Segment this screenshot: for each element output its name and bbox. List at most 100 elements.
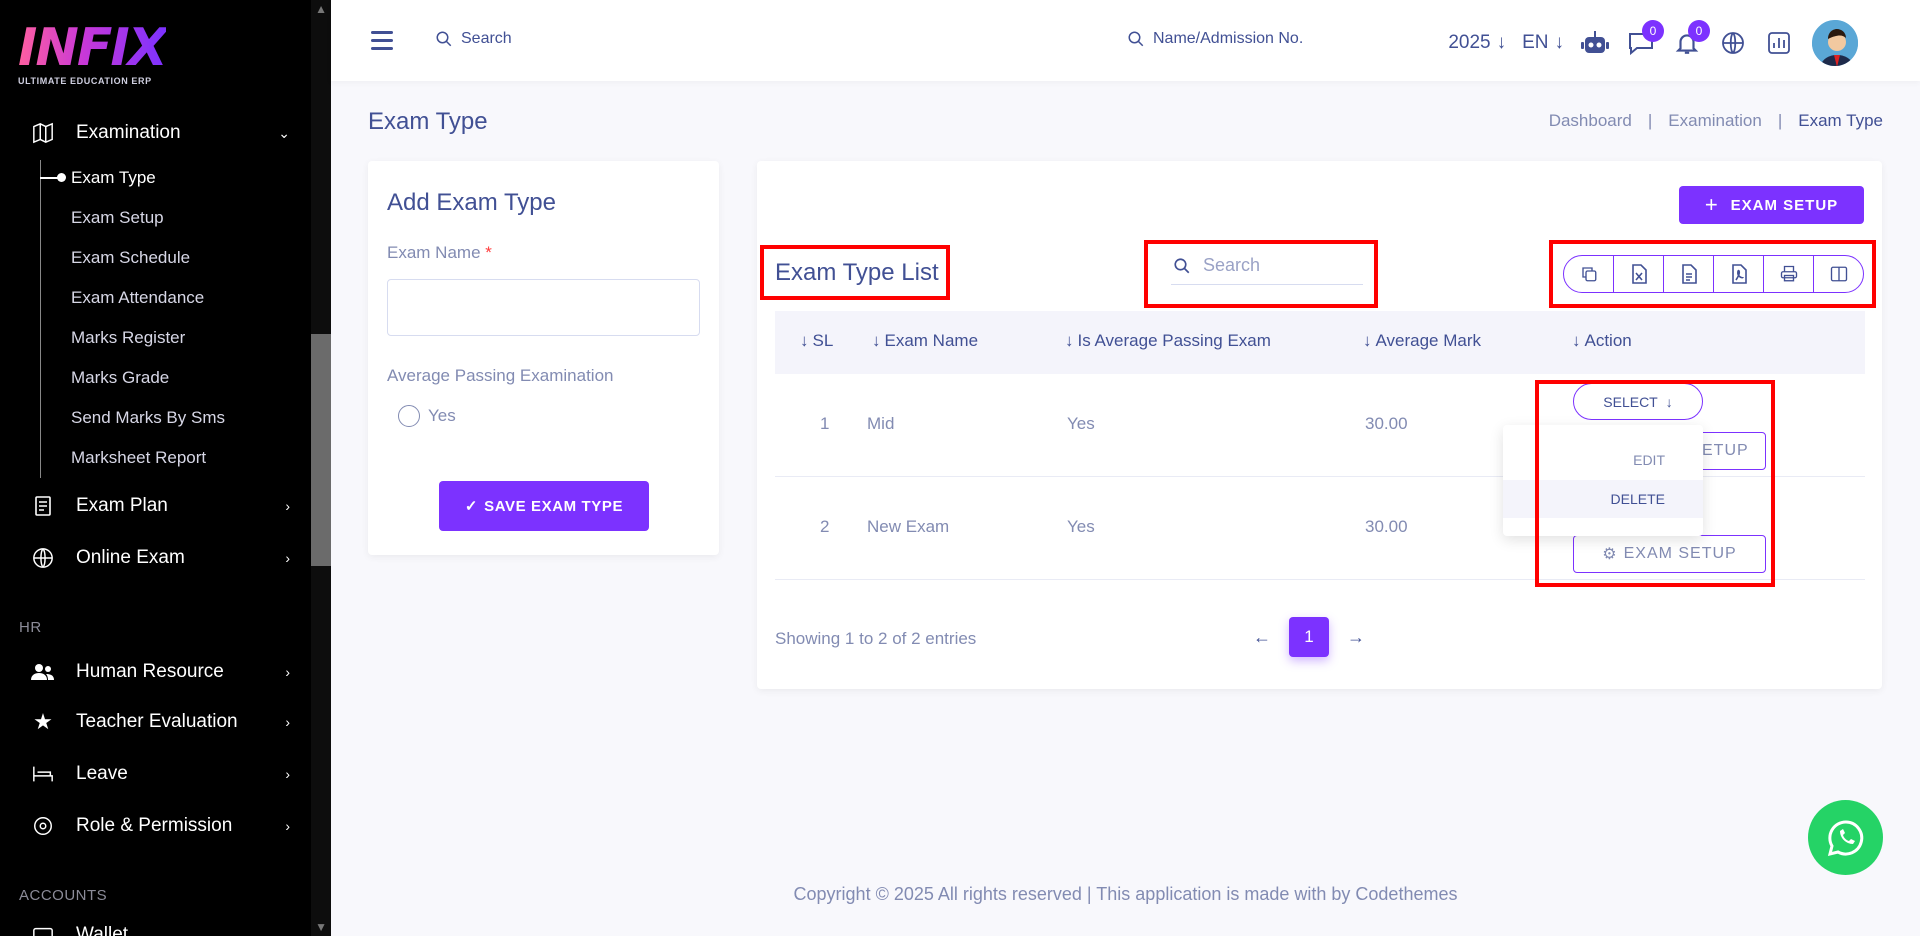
student-search[interactable]: Name/Admission No. <box>1127 30 1303 48</box>
whatsapp-icon[interactable] <box>1808 800 1883 875</box>
search-icon <box>436 31 452 47</box>
globe-icon[interactable] <box>1718 28 1748 58</box>
logo-subtitle: ULTIMATE EDUCATION ERP <box>18 76 152 86</box>
cell-sl: 2 <box>820 517 830 536</box>
highlight-box-action <box>1535 380 1775 587</box>
cell-is-average: Yes <box>1067 517 1095 536</box>
avg-passing-yes-radio[interactable]: Yes <box>398 405 456 427</box>
search-icon <box>1128 31 1144 47</box>
column-header-is-average[interactable]: ↓ Is Average Passing Exam <box>1065 331 1271 351</box>
sidebar-item-label: Teacher Evaluation <box>76 711 238 732</box>
sidebar-item-label: Human Resource <box>76 661 224 682</box>
arrow-down-icon: ↓ <box>1554 32 1565 53</box>
chevron-right-icon: › <box>285 818 290 834</box>
column-header-sl[interactable]: ↓ SL <box>800 331 833 351</box>
sidebar: INFIX ULTIMATE EDUCATION ERP Examination… <box>0 0 331 936</box>
sidebar-sub-marks-grade[interactable]: Marks Grade <box>71 368 169 388</box>
sidebar-item-leave[interactable]: Leave › <box>30 761 290 787</box>
header-search[interactable]: Search <box>435 30 512 48</box>
sidebar-sub-exam-setup[interactable]: Exam Setup <box>71 208 164 228</box>
scroll-up-icon[interactable]: ▲ <box>315 2 327 16</box>
page-title: Exam Type <box>368 108 488 135</box>
sidebar-item-wallet[interactable]: Wallet <box>30 922 290 936</box>
exam-setup-button-label: EXAM SETUP <box>1730 196 1839 214</box>
cell-sl: 1 <box>820 414 830 433</box>
breadcrumb-current: Exam Type <box>1798 111 1883 130</box>
hamburger-menu-icon[interactable] <box>371 31 393 55</box>
sidebar-sub-exam-schedule[interactable]: Exam Schedule <box>71 248 190 268</box>
robot-icon[interactable] <box>1580 28 1610 58</box>
scrollbar-thumb[interactable] <box>311 334 331 566</box>
column-header-exam-name[interactable]: ↓ Exam Name <box>872 331 978 351</box>
sidebar-item-exam-plan[interactable]: Exam Plan › <box>30 493 290 519</box>
sidebar-scrollbar[interactable]: ▲ ▼ <box>311 0 331 936</box>
active-indicator <box>40 173 66 182</box>
exam-name-label: Exam Name * <box>387 243 492 263</box>
cell-average-mark: 30.00 <box>1365 414 1408 433</box>
entries-info: Showing 1 to 2 of 2 entries <box>775 629 977 648</box>
scroll-down-icon[interactable]: ▼ <box>315 920 327 934</box>
chart-icon[interactable] <box>1764 28 1794 58</box>
notifications-badge: 0 <box>1688 20 1710 42</box>
required-asterisk: * <box>485 243 492 262</box>
sidebar-item-label: Leave <box>76 763 128 784</box>
sidebar-item-human-resource[interactable]: Human Resource › <box>30 659 290 685</box>
cell-average-mark: 30.00 <box>1365 517 1408 536</box>
exam-name-input[interactable] <box>387 279 700 336</box>
page-number[interactable]: 1 <box>1289 617 1329 657</box>
sidebar-item-teacher-evaluation[interactable]: ★ Teacher Evaluation › <box>30 709 290 735</box>
sidebar-sub-marks-register[interactable]: Marks Register <box>71 328 185 348</box>
year-value: 2025 <box>1448 32 1491 53</box>
wallet-icon <box>30 922 56 936</box>
cell-exam-name: New Exam <box>867 517 950 536</box>
sidebar-sub-marksheet-report[interactable]: Marksheet Report <box>71 448 206 468</box>
cell-exam-name: Mid <box>867 414 895 433</box>
breadcrumb-dashboard[interactable]: Dashboard <box>1549 111 1632 131</box>
sidebar-item-role-permission[interactable]: Role & Permission › <box>30 813 290 839</box>
sidebar-item-label: Examination <box>76 122 181 143</box>
breadcrumb: Dashboard | Examination | Exam Type <box>1549 111 1883 131</box>
sidebar-sub-exam-type[interactable]: Exam Type <box>71 168 156 188</box>
breadcrumb-examination[interactable]: Examination <box>1668 111 1762 131</box>
sidebar-item-examination[interactable]: Examination ⌄ <box>30 120 290 146</box>
language-select[interactable]: EN ↓ <box>1522 32 1564 54</box>
chevron-right-icon: › <box>285 664 290 680</box>
sidebar-item-online-exam[interactable]: Online Exam › <box>30 545 290 571</box>
check-icon: ✓ <box>464 498 479 515</box>
prev-page-icon[interactable]: ← <box>1253 627 1271 648</box>
student-search-label: Name/Admission No. <box>1153 30 1304 47</box>
user-avatar[interactable] <box>1810 18 1860 68</box>
sidebar-sub-send-marks-sms[interactable]: Send Marks By Sms <box>71 408 225 428</box>
map-icon <box>30 120 56 146</box>
radio-label: Yes <box>428 406 456 425</box>
top-header: Search Name/Admission No. 2025 ↓ EN ↓ 0 … <box>331 0 1920 81</box>
plus-icon: + <box>1704 192 1719 217</box>
year-select[interactable]: 2025 ↓ <box>1448 32 1506 54</box>
avg-passing-label: Average Passing Examination <box>387 366 614 385</box>
radio-circle[interactable] <box>398 405 420 427</box>
highlight-box-export <box>1549 240 1876 308</box>
logo[interactable]: INFIX ULTIMATE EDUCATION ERP <box>18 22 168 86</box>
sort-arrow-icon: ↓ <box>1065 331 1074 350</box>
column-header-action[interactable]: ↓ Action <box>1572 331 1632 351</box>
section-label-accounts: ACCOUNTS <box>19 887 108 904</box>
messages-icon[interactable]: 0 <box>1626 20 1664 58</box>
bed-icon <box>30 761 56 787</box>
sort-arrow-icon: ↓ <box>872 331 881 350</box>
exam-setup-button[interactable]: + EXAM SETUP <box>1679 186 1864 224</box>
chevron-right-icon: › <box>285 550 290 566</box>
column-header-average-mark[interactable]: ↓ Average Mark <box>1363 331 1481 351</box>
notification-bell-icon[interactable]: 0 <box>1672 20 1710 58</box>
chevron-right-icon: › <box>285 498 290 514</box>
column-label: Exam Name <box>884 331 979 350</box>
users-icon <box>30 659 56 685</box>
globe-icon <box>30 545 56 571</box>
next-page-icon[interactable]: → <box>1347 627 1365 648</box>
sidebar-sub-exam-attendance[interactable]: Exam Attendance <box>71 288 204 308</box>
footer-copyright: Copyright © 2025 All rights reserved | T… <box>793 884 1458 904</box>
highlight-box-title <box>760 245 950 300</box>
exam-name-label-text: Exam Name <box>387 243 481 262</box>
save-exam-type-button[interactable]: ✓ SAVE EXAM TYPE <box>439 481 649 531</box>
breadcrumb-separator: | <box>1647 111 1653 130</box>
document-icon <box>30 493 56 519</box>
